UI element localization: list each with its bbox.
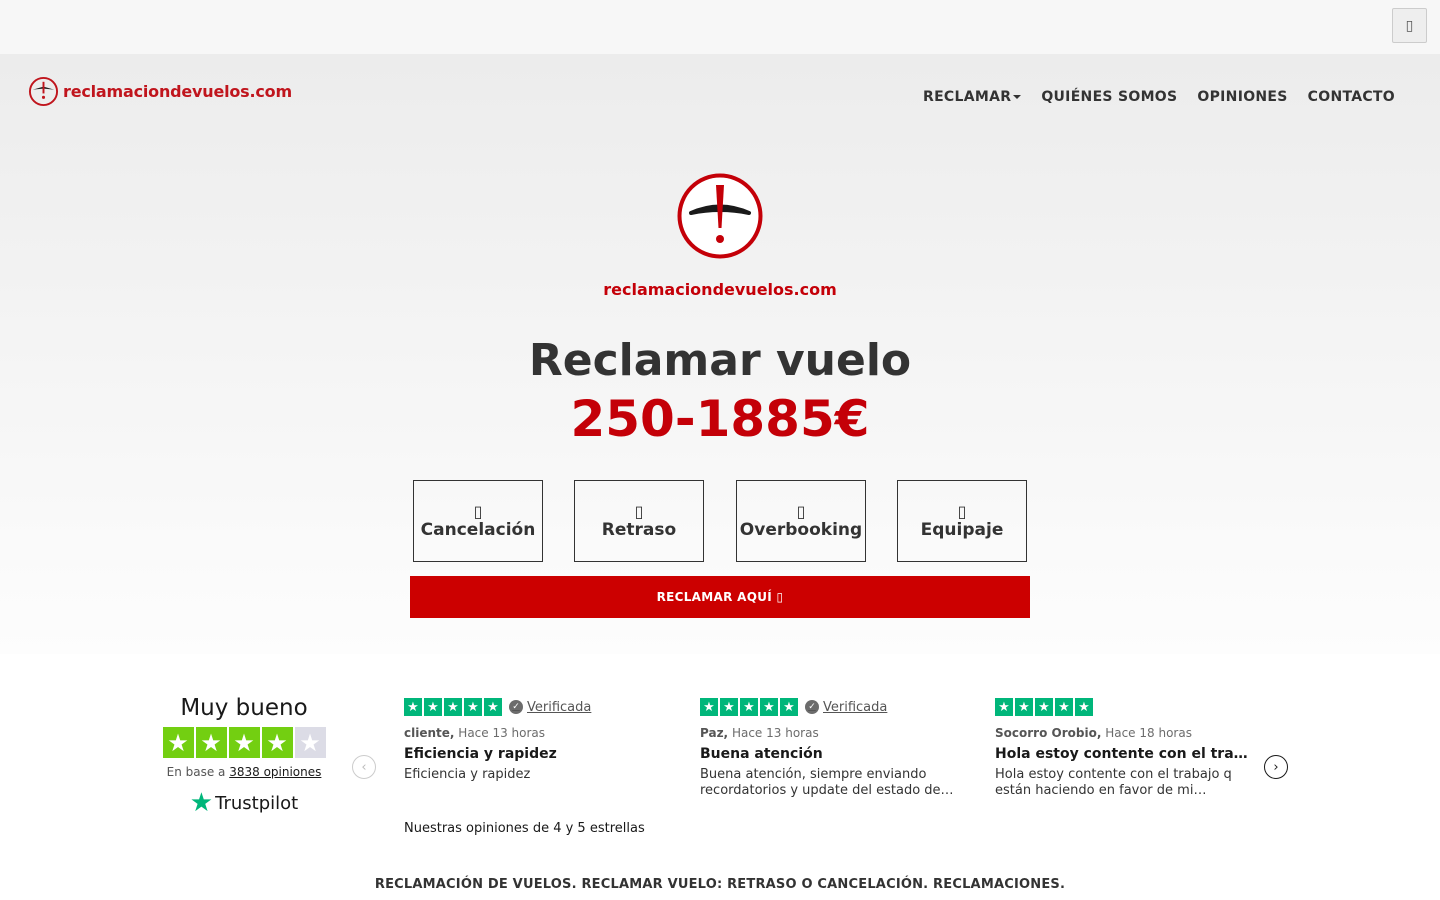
review-time: Hace 13 horas: [458, 726, 546, 740]
nav-item-reclamar[interactable]: RECLAMAR: [922, 89, 1022, 105]
star-icon: ★: [720, 698, 738, 716]
nav-item-contacto[interactable]: CONTACTO: [1308, 89, 1395, 105]
verified-badge[interactable]: ✓ Verificada: [805, 700, 887, 715]
missing-glyph-icon: ▯: [796, 501, 806, 521]
option-label: Retraso: [601, 519, 677, 540]
option-cancelacion[interactable]: ▯ Cancelación: [413, 480, 543, 562]
missing-glyph-icon: ▯: [473, 501, 483, 521]
star-icon: ★: [464, 698, 482, 716]
star-icon: ★: [404, 698, 422, 716]
star-icon: ★: [261, 727, 293, 758]
star-icon: ★: [444, 698, 462, 716]
seo-heading: RECLAMACIÓN DE VUELOS. RECLAMAR VUELO: R…: [374, 877, 1066, 892]
review-title: Eficiencia y rapidez: [404, 746, 557, 762]
plane-alert-logo-icon: [677, 173, 763, 259]
check-icon: ✓: [805, 700, 819, 714]
nav-item-opiniones[interactable]: OPINIONES: [1197, 89, 1287, 105]
brand-name: reclamaciondevuelos.com: [63, 82, 292, 101]
check-icon: ✓: [509, 700, 523, 714]
chevron-right-icon: ›: [1273, 759, 1279, 775]
review-title: Hola estoy contente con el tra…: [995, 746, 1248, 762]
review-title: Buena atención: [700, 746, 823, 762]
trustpilot-rating-stars: ★ ★ ★ ★ ★: [155, 727, 333, 758]
author-name: Paz,: [700, 726, 729, 740]
review-stars: ★ ★ ★ ★ ★: [404, 698, 502, 716]
brand-logo-link[interactable]: reclamaciondevuelos.com: [28, 76, 292, 107]
top-bar: ▯: [0, 0, 1440, 54]
option-overbooking[interactable]: ▯ Overbooking: [736, 480, 866, 562]
author-name: cliente,: [404, 726, 455, 740]
nav-label: CONTACTO: [1307, 89, 1395, 105]
trustpilot-logo-text: Trustpilot: [215, 792, 299, 814]
review-time: Hace 13 horas: [731, 726, 819, 740]
page-title: Reclamar vuelo: [528, 335, 912, 386]
verified-label: Verificada: [527, 699, 592, 715]
main-nav: RECLAMAR QUIÉNES SOMOS OPINIONES CONTACT…: [923, 89, 1395, 105]
star-icon: ★: [1015, 698, 1033, 716]
review-body: Eficiencia y rapidez: [404, 767, 531, 782]
missing-glyph-icon: ▯: [634, 501, 644, 521]
based-on-label: En base a: [166, 765, 226, 779]
star-icon: ★: [424, 698, 442, 716]
carousel-prev-button[interactable]: ‹: [352, 755, 376, 779]
nav-label: RECLAMAR: [922, 89, 1012, 105]
star-icon: ★: [740, 698, 758, 716]
review-count: En base a 3838 opiniones: [155, 765, 333, 779]
review-author: Paz, Hace 13 horas: [700, 726, 955, 740]
star-icon: ★: [1055, 698, 1073, 716]
star-icon: ★: [228, 727, 260, 758]
review-card[interactable]: ★ ★ ★ ★ ★ ✓ Verificada cliente, Hace 13 hora…: [404, 698, 659, 783]
star-icon: ★: [195, 727, 227, 758]
trustpilot-summary: Muy bueno ★ ★ ★ ★ ★ En base a 3838 opini…: [155, 695, 333, 818]
option-equipaje[interactable]: ▯ Equipaje: [897, 480, 1027, 562]
caret-down-icon: [1013, 95, 1022, 99]
review-body: Buena atención, siempre enviando recorda…: [700, 767, 954, 798]
review-card[interactable]: ★ ★ ★ ★ ★ Socorro Orobio, Hace 18 horas Hola…: [995, 698, 1250, 799]
option-label: Overbooking: [739, 519, 863, 540]
claim-options: ▯ Cancelación ▯ Retraso ▯ Overbooking ▯ …: [413, 480, 1027, 562]
compensation-amount: 250-1885€: [570, 390, 870, 448]
star-icon: ★: [700, 698, 718, 716]
review-stars: ★ ★ ★ ★ ★: [995, 698, 1093, 716]
review-author: Socorro Orobio, Hace 18 horas: [995, 726, 1250, 740]
review-count-link[interactable]: 3838 opiniones: [229, 765, 321, 779]
verified-badge[interactable]: ✓ Verificada: [509, 700, 591, 715]
nav-label: OPINIONES: [1197, 89, 1288, 105]
review-author: cliente, Hace 13 horas: [404, 726, 659, 740]
star-icon: ★: [484, 698, 502, 716]
trustpilot-logo[interactable]: ★ Trustpilot: [155, 788, 333, 818]
option-label: Equipaje: [920, 519, 1004, 540]
star-icon: ★: [760, 698, 778, 716]
rating-word: Muy bueno: [180, 695, 308, 721]
review-card[interactable]: ★ ★ ★ ★ ★ ✓ Verificada Paz, Hace 13 horas Bu…: [700, 698, 955, 799]
reviews-filter-note: Nuestras opiniones de 4 y 5 estrellas: [404, 821, 645, 836]
author-name: Socorro Orobio,: [995, 726, 1102, 740]
review-stars: ★ ★ ★ ★ ★: [700, 698, 798, 716]
star-icon: ★: [780, 698, 798, 716]
nav-label: QUIÉNES SOMOS: [1041, 89, 1178, 105]
star-icon: ★: [1075, 698, 1093, 716]
reclamar-aqui-button[interactable]: RECLAMAR AQUÍ ▯: [410, 576, 1030, 618]
star-icon: ★: [995, 698, 1013, 716]
option-retraso[interactable]: ▯ Retraso: [574, 480, 704, 562]
hero-brand-name: reclamaciondevuelos.com: [603, 280, 837, 299]
plane-logo-icon: [28, 76, 59, 107]
menu-toggle-button[interactable]: ▯: [1392, 8, 1427, 43]
trustpilot-star-icon: ★: [189, 788, 214, 818]
star-icon: ★: [162, 727, 194, 758]
star-empty-icon: ★: [294, 727, 326, 758]
review-body: Hola estoy contente con el trabajo q est…: [995, 767, 1232, 798]
missing-glyph-icon: ▯: [957, 501, 967, 521]
review-time: Hace 18 horas: [1105, 726, 1192, 740]
star-icon: ★: [1035, 698, 1053, 716]
option-label: Cancelación: [420, 519, 536, 540]
chevron-left-icon: ‹: [361, 759, 367, 775]
square-icon: ▯: [1405, 17, 1414, 34]
carousel-next-button[interactable]: ›: [1264, 755, 1288, 779]
verified-label: Verificada: [823, 699, 888, 715]
nav-item-quienes-somos[interactable]: QUIÉNES SOMOS: [1041, 89, 1177, 105]
